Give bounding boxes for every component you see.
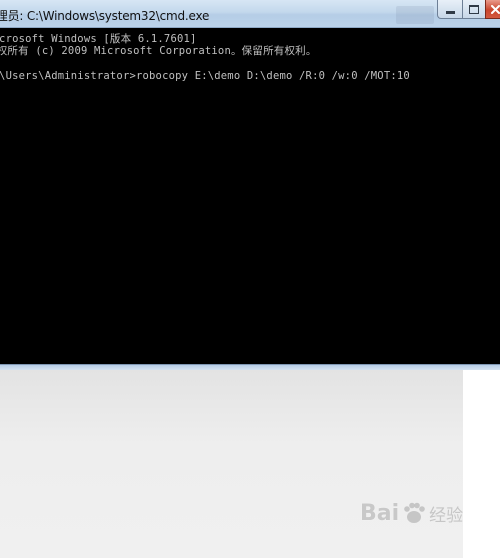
paw-icon	[404, 502, 425, 523]
minimize-icon	[445, 10, 455, 14]
close-button[interactable]	[485, 0, 500, 19]
baidu-watermark: Bai 经验	[360, 500, 463, 526]
minimize-button[interactable]	[437, 0, 463, 19]
close-icon	[490, 4, 500, 14]
window-title: 管理员: C:\Windows\system32\cmd.exe	[0, 9, 210, 23]
window-title-bar[interactable]: 管理员: C:\Windows\system32\cmd.exe	[0, 0, 500, 28]
page-right-margin	[463, 370, 500, 558]
maximize-icon	[469, 4, 479, 14]
title-bar-reflection	[396, 6, 434, 24]
console-output[interactable]: Microsoft Windows [版本 6.1.7601] 版权所有 (c)…	[0, 28, 500, 364]
console-line-command: C:\Users\Administrator>robocopy E:\demo …	[0, 70, 410, 82]
maximize-button[interactable]	[462, 0, 486, 19]
watermark-brand-left: Bai	[360, 500, 400, 526]
console-line-copyright: 版权所有 (c) 2009 Microsoft Corporation。保留所有…	[0, 45, 317, 57]
page-background	[0, 370, 463, 558]
watermark-brand-right: 经验	[429, 505, 464, 526]
